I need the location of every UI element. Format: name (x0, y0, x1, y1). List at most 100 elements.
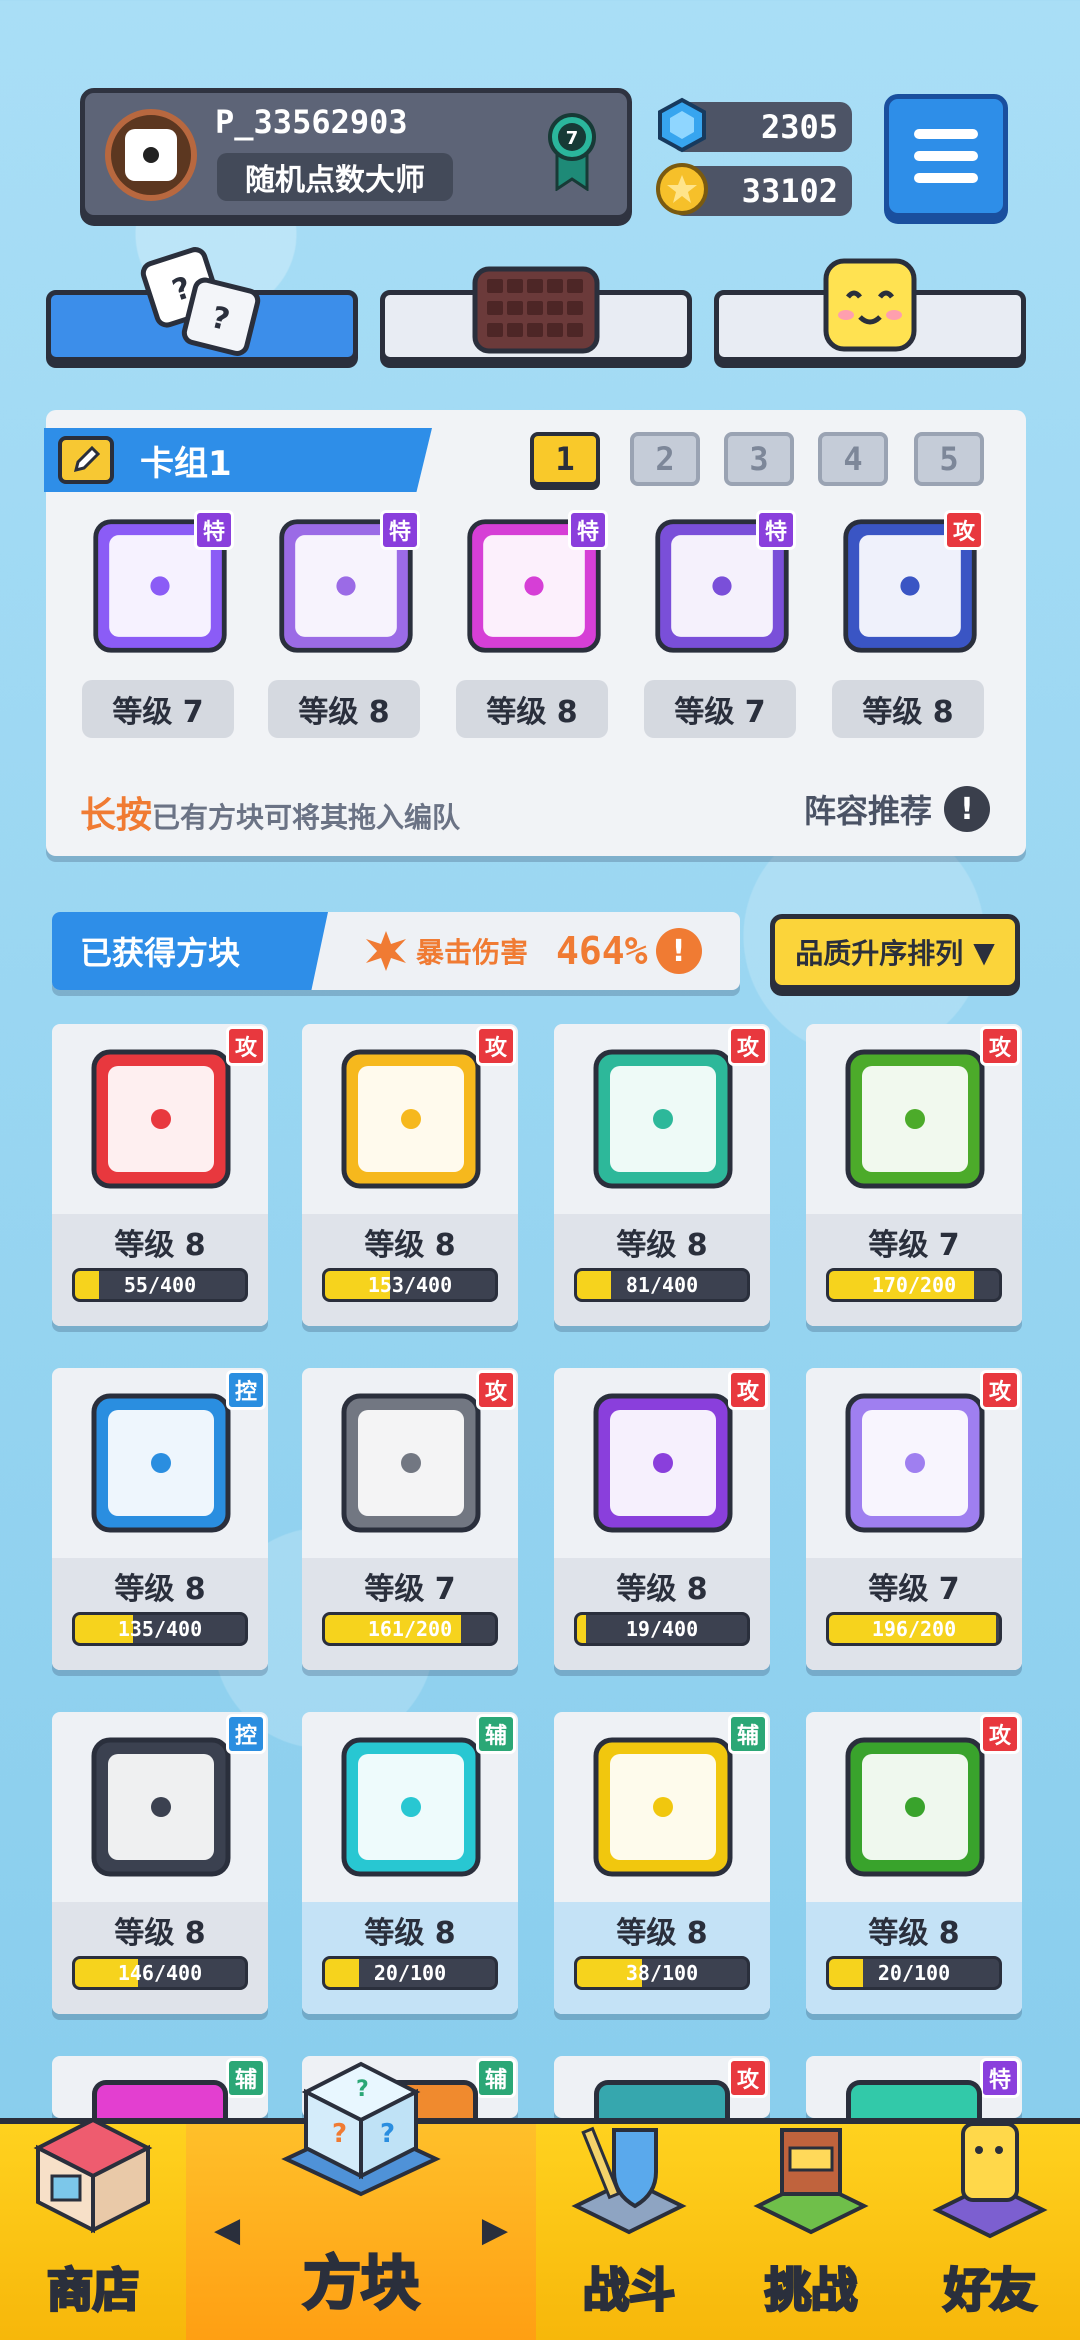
upgrade-progress-bar: 146/400 (72, 1956, 248, 1990)
menu-button[interactable] (884, 94, 1008, 218)
card-level: 等级 8 (114, 1572, 206, 1607)
nav-friends-label: 好友 (943, 2262, 1038, 2319)
crit-info-icon[interactable]: ! (655, 928, 702, 974)
dice-card[interactable]: 特 (806, 2056, 1022, 2118)
wind-dice-icon (593, 1049, 733, 1189)
upgrade-progress-bar: 20/100 (322, 1956, 498, 1990)
crit-value: 464% (556, 929, 648, 973)
nav-shop[interactable]: 商店 (0, 2117, 186, 2340)
pencil-icon (73, 445, 101, 473)
dice-card[interactable]: 攻 等级 8 20/100 (806, 1712, 1022, 2014)
upgrade-progress-bar: 135/400 (72, 1612, 248, 1646)
nav-friends[interactable]: 好友 (900, 2122, 1080, 2340)
avatar[interactable] (105, 109, 197, 201)
nav-challenge-label: 挑战 (764, 2262, 859, 2319)
type-tag: 攻 (944, 510, 984, 550)
burst-icon (366, 931, 406, 971)
card-level: 等级 8 (616, 1572, 708, 1607)
progress-text: 161/200 (367, 1617, 453, 1641)
dice-card[interactable]: 攻 等级 8 19/400 (554, 1368, 770, 1670)
acquired-header: 已获得方块 暴击伤害 464% ! (52, 912, 740, 990)
deck-slot-2[interactable]: 2 (630, 432, 700, 486)
crit-label: 暴击伤害 (416, 936, 529, 969)
type-tag: 攻 (476, 1370, 516, 1410)
dice-card[interactable]: 辅 等级 8 38/100 (554, 1712, 770, 2014)
dice-card[interactable]: 攻 (554, 2056, 770, 2118)
nav-challenge[interactable]: 挑战 (722, 2124, 900, 2340)
upgrade-progress-bar: 38/100 (574, 1956, 750, 1990)
progress-text: 55/400 (123, 1273, 197, 1297)
electric-dice-icon (341, 1049, 481, 1189)
card-level: 等级 7 (868, 1572, 960, 1607)
deck-card[interactable]: 特 等级 8 (268, 510, 420, 742)
deck-slot-1[interactable]: 1 (530, 432, 600, 486)
sort-dropdown[interactable]: 品质升序排列 ▼ (770, 914, 1020, 990)
arrow-dice-icon (593, 1393, 733, 1533)
card-level: 等级 8 (868, 1916, 960, 1951)
recommend-label: 阵容推荐 (803, 792, 932, 830)
progress-text: 20/100 (373, 1961, 447, 1985)
sort-label: 品质升序排列 (795, 937, 964, 970)
deck-slot-4[interactable]: 4 (818, 432, 888, 486)
mystery-dice-icon (845, 1393, 985, 1533)
upgrade-progress-bar: 196/200 (826, 1612, 1002, 1646)
dice-card[interactable]: 辅 (52, 2056, 268, 2118)
nav-dice[interactable]: ? ? ? ◀ ▶ 方块 (186, 2061, 536, 2340)
dice-card[interactable]: 攻 等级 7 170/200 (806, 1024, 1022, 1326)
tab-board[interactable] (380, 266, 692, 362)
rank-level: 7 (566, 128, 579, 149)
deck-card[interactable]: 特 等级 7 (82, 510, 234, 742)
bottom-nav: 商店 ? ? ? ◀ ▶ 方块 战斗 挑战 好友 (0, 2061, 1080, 2340)
coin-count: 33102 (741, 172, 838, 210)
deck-card-level: 等级 8 (456, 680, 608, 738)
nav-left-arrow-icon[interactable]: ◀ (214, 2210, 240, 2250)
tab-dice-deck[interactable]: ? ? (46, 247, 358, 362)
dice-card[interactable]: 控 等级 8 146/400 (52, 1712, 268, 2014)
gem-count: 2305 (760, 108, 838, 146)
type-tag: 控 (226, 1370, 266, 1410)
crit-damage[interactable]: 暴击伤害 464% ! (364, 920, 702, 982)
thorn-dice-icon (845, 1737, 985, 1877)
info-icon: ! (944, 786, 990, 832)
deck-slot-5[interactable]: 5 (914, 432, 984, 486)
gem-icon (658, 97, 706, 153)
friend-character-icon (932, 2122, 1048, 2239)
tab-emote[interactable] (714, 258, 1026, 362)
rank-badge-icon[interactable]: 7 (547, 111, 597, 191)
upgrade-progress-bar: 81/400 (574, 1268, 750, 1302)
shop-icon (33, 2117, 153, 2234)
nav-battle[interactable]: 战斗 (536, 2124, 722, 2340)
deck-slot-3[interactable]: 3 (724, 432, 794, 486)
iron-dice-icon (341, 1393, 481, 1533)
dice-card[interactable]: 攻 等级 8 81/400 (554, 1024, 770, 1326)
hamburger-icon (914, 129, 978, 139)
profile-panel[interactable]: P_33562903 随机点数大师 7 (80, 88, 632, 220)
board-grid-icon (472, 266, 600, 354)
hint-text: 已有方块可将其拖入编队 (152, 801, 461, 834)
dice-card[interactable]: 控 等级 8 135/400 (52, 1368, 268, 1670)
deck-title-label: 卡组1 (140, 443, 232, 484)
type-tag: 攻 (980, 1714, 1020, 1754)
edit-deck-button[interactable] (58, 436, 114, 484)
type-tag: 攻 (728, 1026, 768, 1066)
svg-text:?: ? (332, 2119, 347, 2149)
deck-card[interactable]: 攻 等级 8 (832, 510, 984, 742)
card-level: 等级 7 (868, 1228, 960, 1263)
dice-card[interactable]: 攻 等级 7 161/200 (302, 1368, 518, 1670)
progress-text: 196/200 (871, 1617, 957, 1641)
type-tag: 特 (756, 510, 796, 550)
nav-right-arrow-icon[interactable]: ▶ (482, 2210, 508, 2250)
card-level: 等级 8 (364, 1916, 456, 1951)
buff-dice-icon (593, 1737, 733, 1877)
deck-card[interactable]: 特 等级 7 (644, 510, 796, 742)
lineup-recommend-button[interactable]: 阵容推荐 ! (804, 786, 990, 832)
challenge-gate-icon (753, 2128, 869, 2235)
dice-card[interactable]: 攻 等级 8 153/400 (302, 1024, 518, 1326)
nav-battle-label: 战斗 (582, 2262, 677, 2319)
dice-card[interactable]: 攻 等级 8 55/400 (52, 1024, 268, 1326)
gem-counter[interactable]: 2305 (658, 97, 852, 153)
deck-card[interactable]: 特 等级 8 (456, 510, 608, 742)
dice-card[interactable]: 攻 等级 7 196/200 (806, 1368, 1022, 1670)
coin-counter[interactable]: 33102 (656, 163, 852, 216)
dice-card[interactable]: 辅 等级 8 20/100 (302, 1712, 518, 2014)
